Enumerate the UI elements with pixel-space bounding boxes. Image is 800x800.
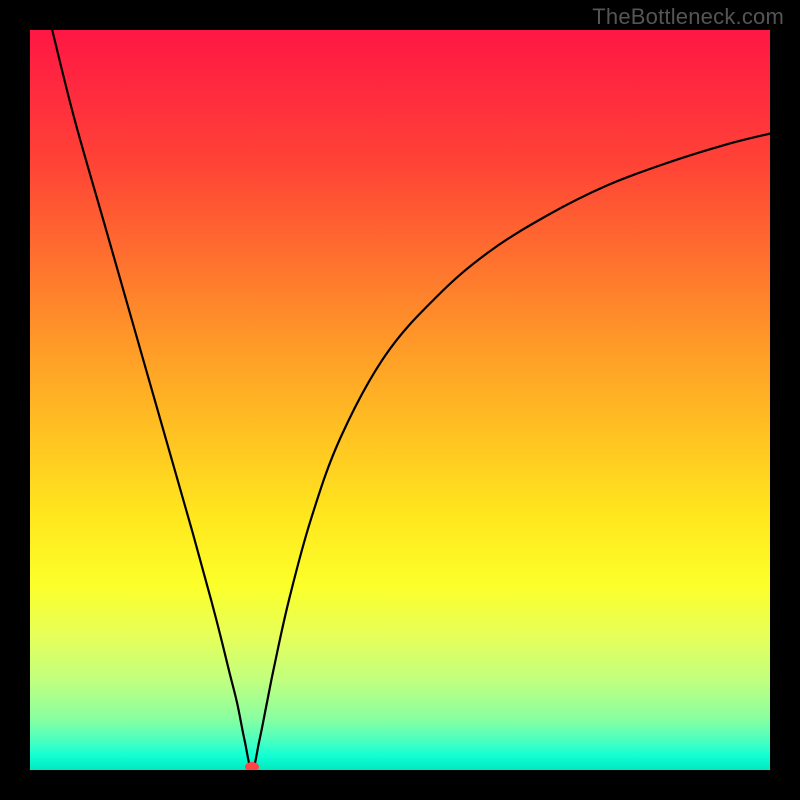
- bottleneck-curve: [52, 30, 770, 770]
- minimum-marker: [245, 762, 259, 770]
- chart-svg: [30, 30, 770, 770]
- chart-plot-area: [30, 30, 770, 770]
- watermark-text: TheBottleneck.com: [592, 4, 784, 30]
